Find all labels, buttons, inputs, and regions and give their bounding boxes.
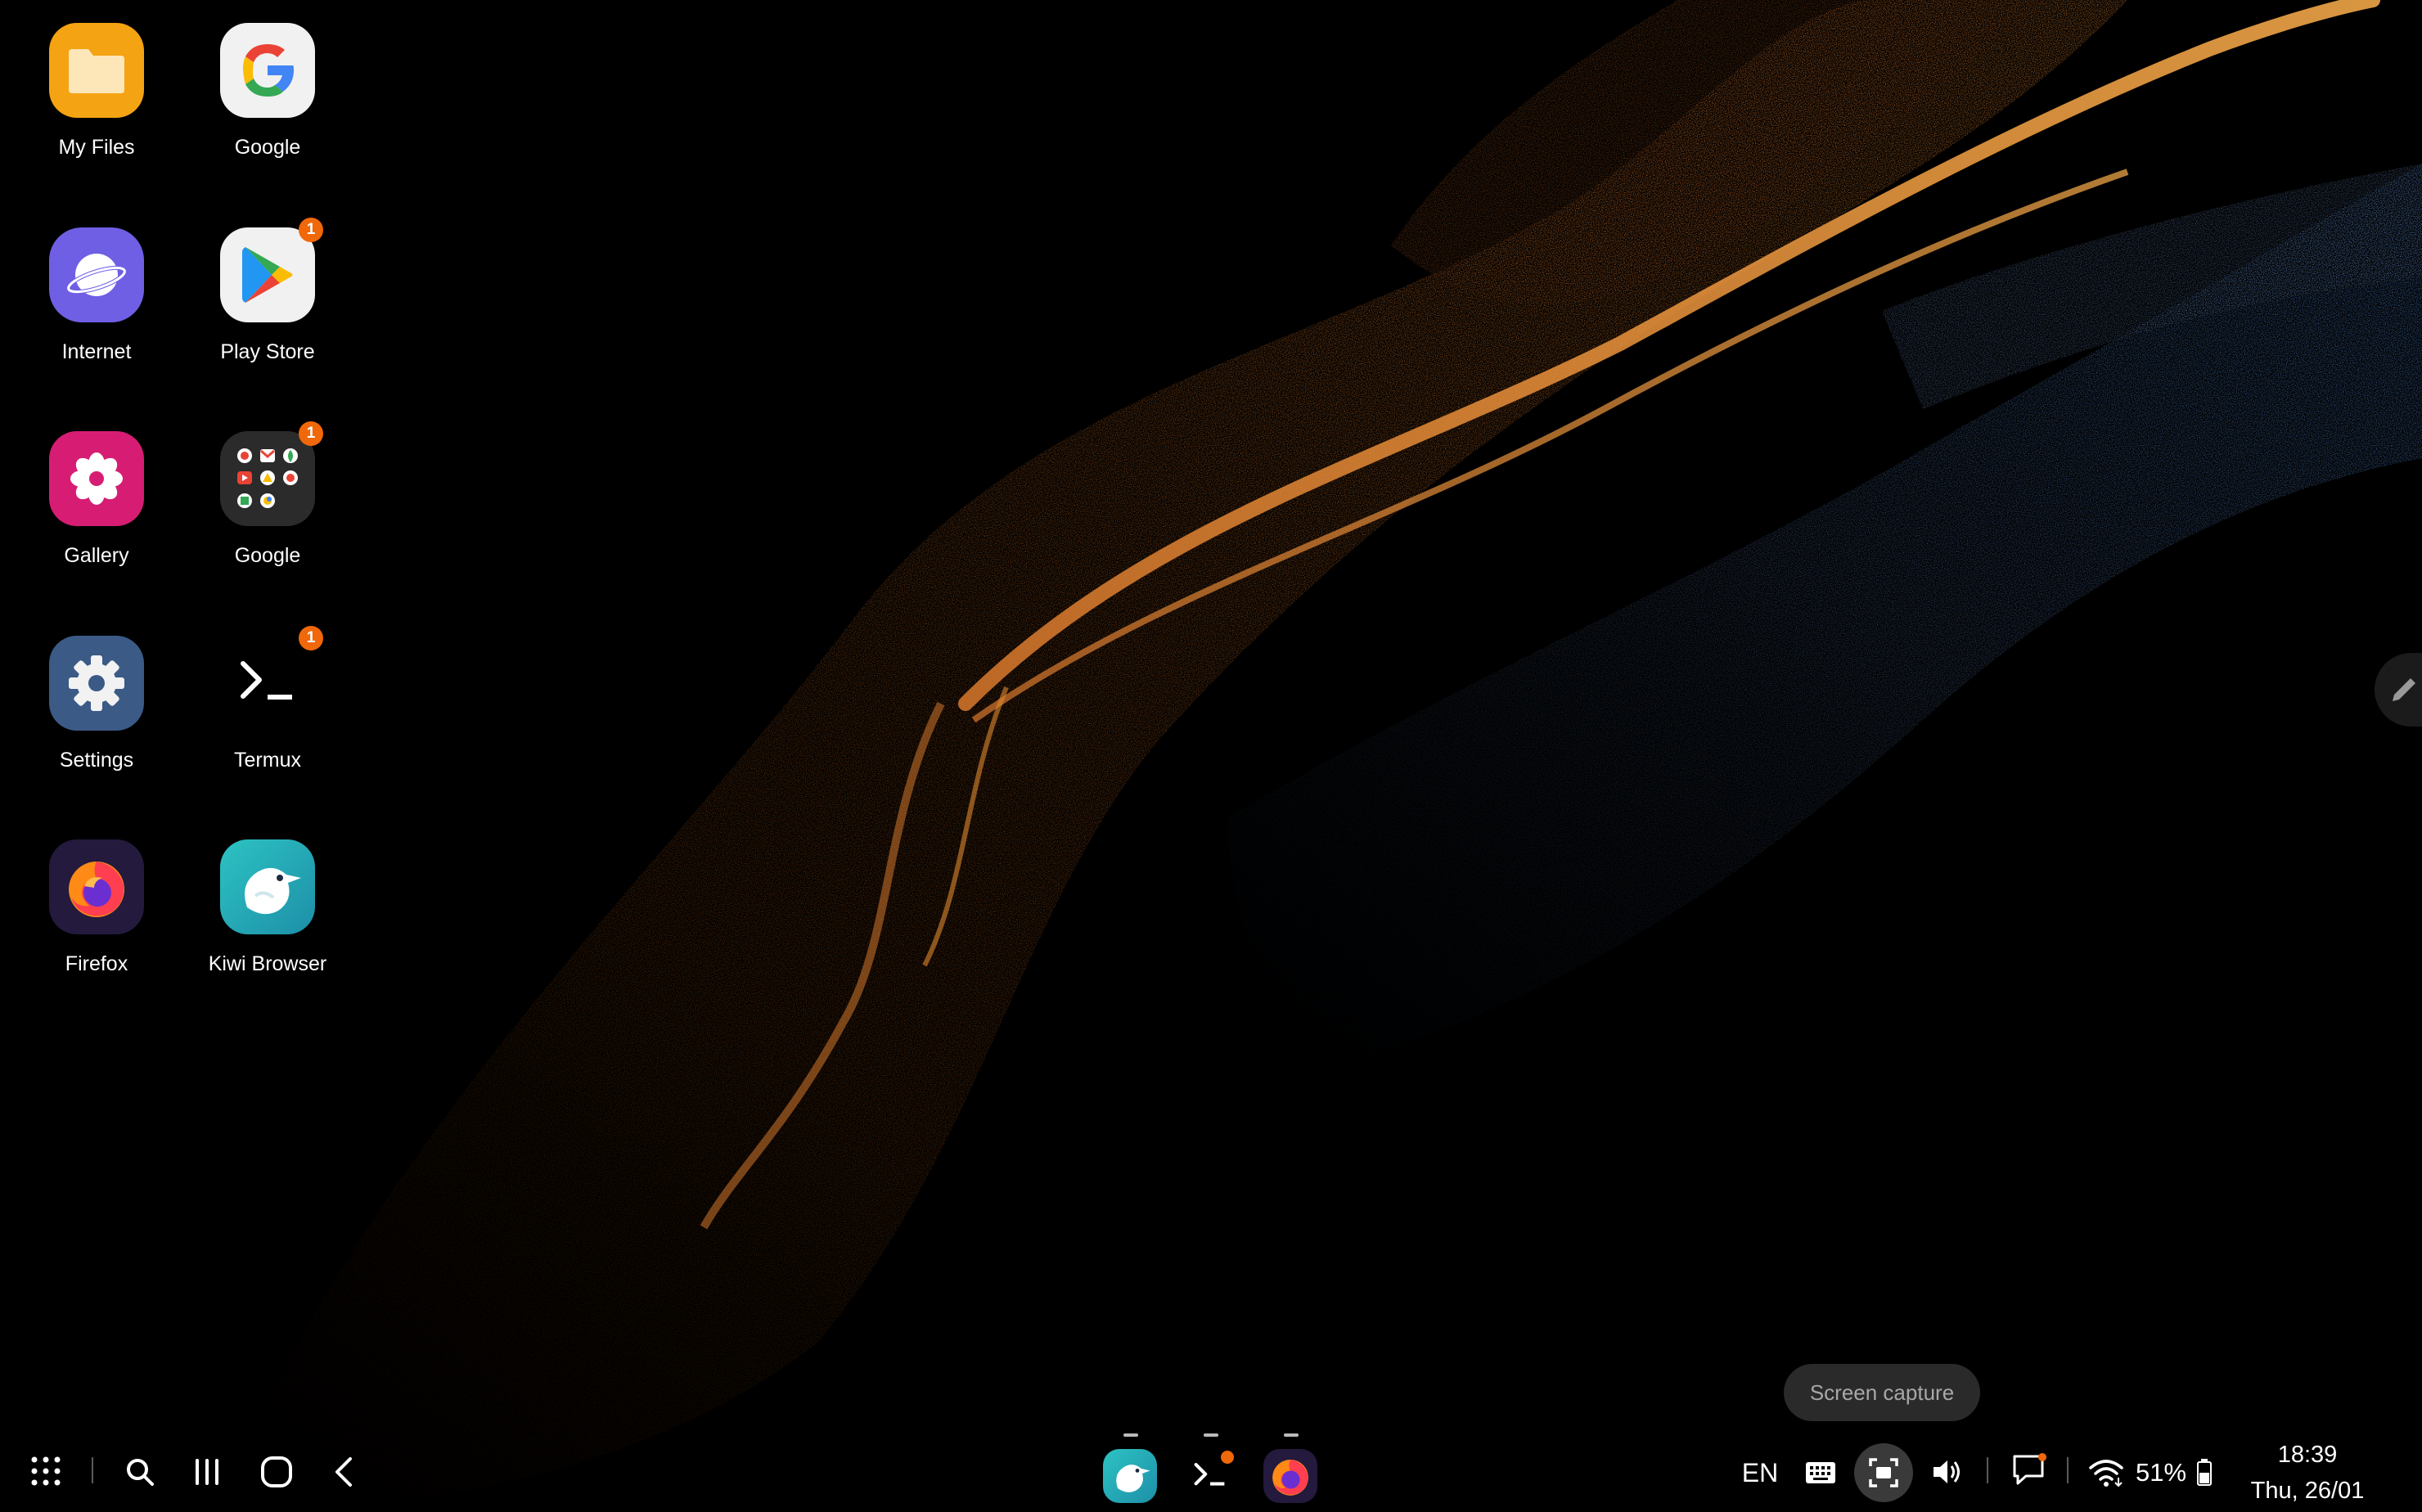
home-icon[interactable] xyxy=(256,1453,297,1491)
app-label: Play Store xyxy=(220,340,315,363)
keyboard-icon[interactable] xyxy=(1802,1455,1839,1491)
clock[interactable]: 18:39 Thu, 26/01 xyxy=(2246,1437,2369,1509)
wallpaper xyxy=(0,0,2422,1512)
app-google[interactable]: Google xyxy=(182,0,353,160)
pen-icon xyxy=(2393,678,2415,701)
app-label: Internet xyxy=(61,340,132,363)
taskbar-divider xyxy=(1987,1457,1988,1483)
clock-time: 18:39 xyxy=(2277,1442,2338,1468)
firefox-icon xyxy=(1263,1449,1317,1503)
app-label: Gallery xyxy=(64,544,129,567)
app-termux[interactable]: 1 Termux xyxy=(182,613,353,772)
app-label: Google xyxy=(234,544,301,567)
google-g-icon xyxy=(220,23,315,118)
recent-apps-icon[interactable] xyxy=(187,1453,227,1491)
app-label: Google xyxy=(234,136,301,159)
taskbar-divider xyxy=(2067,1457,2069,1483)
app-internet[interactable]: Internet xyxy=(11,205,182,364)
gallery-flower-icon xyxy=(49,431,144,526)
notifications-icon[interactable] xyxy=(2008,1450,2051,1491)
terminal-prompt-icon xyxy=(1183,1449,1237,1503)
battery-percentage: 51% xyxy=(2135,1458,2187,1487)
notification-badge: 1 xyxy=(299,218,323,242)
notification-dot xyxy=(1221,1451,1234,1464)
taskbar-app-termux[interactable] xyxy=(1181,1433,1240,1507)
notification-badge: 1 xyxy=(299,626,323,650)
samsung-internet-icon xyxy=(49,227,144,322)
app-gallery[interactable]: Gallery xyxy=(11,408,182,568)
volume-icon[interactable] xyxy=(1928,1453,1967,1491)
kiwi-bird-icon xyxy=(220,839,315,934)
taskbar-app-kiwi[interactable] xyxy=(1101,1433,1159,1507)
search-icon[interactable] xyxy=(121,1453,159,1491)
app-label: Kiwi Browser xyxy=(208,952,327,975)
play-store-icon: 1 xyxy=(220,218,323,322)
kiwi-bird-icon xyxy=(1103,1449,1157,1503)
app-kiwi-browser[interactable]: Kiwi Browser xyxy=(182,817,353,976)
app-settings[interactable]: Settings xyxy=(11,613,182,772)
screen-capture-icon xyxy=(1869,1458,1898,1487)
terminal-prompt-icon: 1 xyxy=(220,626,323,731)
app-play-store[interactable]: 1 Play Store xyxy=(182,205,353,364)
wifi-icon[interactable] xyxy=(2085,1453,2127,1491)
app-my-files[interactable]: My Files xyxy=(11,0,182,160)
screen-capture-tooltip: Screen capture xyxy=(1784,1364,1980,1421)
battery-icon[interactable] xyxy=(2193,1453,2216,1491)
app-label: Firefox xyxy=(65,952,128,975)
running-indicator xyxy=(1204,1433,1218,1437)
back-icon[interactable] xyxy=(326,1453,363,1491)
screen-capture-button[interactable] xyxy=(1854,1443,1913,1502)
app-firefox[interactable]: Firefox xyxy=(11,817,182,976)
gear-icon xyxy=(49,636,144,731)
particle-wave-wallpaper xyxy=(245,0,2422,1512)
firefox-icon xyxy=(49,839,144,934)
notification-badge: 1 xyxy=(299,421,323,446)
running-indicator xyxy=(1123,1433,1138,1437)
clock-date: Thu, 26/01 xyxy=(2250,1478,2365,1504)
folder-icon xyxy=(49,23,144,118)
app-drawer-icon[interactable] xyxy=(25,1453,67,1489)
app-google-folder[interactable]: 1 Google xyxy=(182,408,353,568)
taskbar-app-firefox[interactable] xyxy=(1261,1433,1320,1507)
app-label: Settings xyxy=(59,749,134,772)
taskbar-divider xyxy=(92,1457,93,1483)
language-indicator[interactable]: EN xyxy=(1735,1455,1785,1491)
running-indicator xyxy=(1284,1433,1299,1437)
google-folder-icon: 1 xyxy=(220,421,323,526)
app-label: My Files xyxy=(58,136,135,159)
app-label: Termux xyxy=(234,749,301,772)
